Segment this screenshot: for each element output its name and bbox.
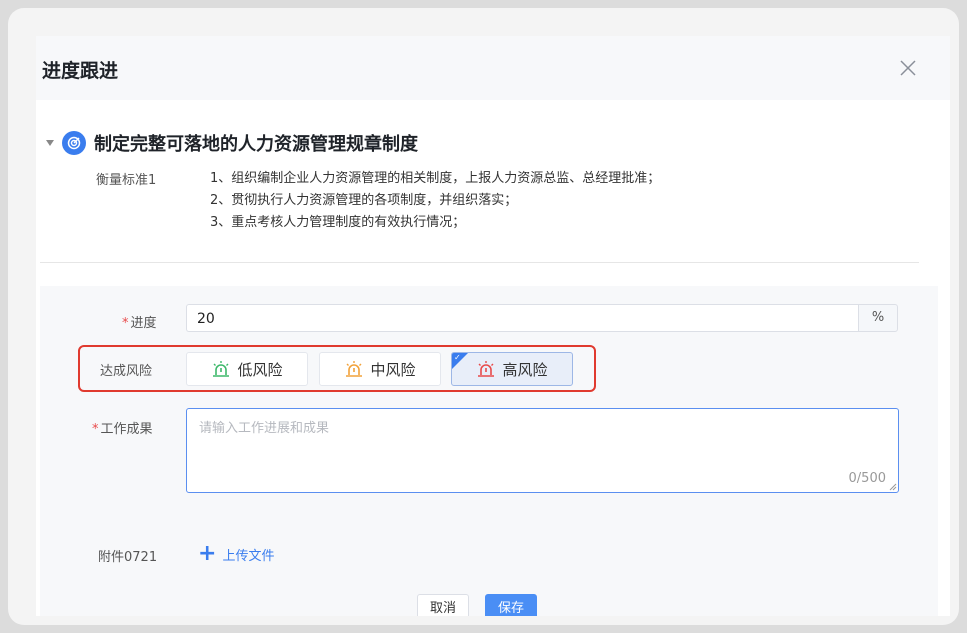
result-label: * 工作成果 [92,422,153,437]
risk-label: 达成风险 [100,364,153,379]
dialog-header: 进度跟进 [36,36,950,100]
save-button[interactable]: 保存 [485,594,538,616]
alarm-icon [478,361,495,377]
risk-option-high[interactable]: ✓ 高风险 [451,352,573,386]
divider [40,262,919,263]
goal-title: 制定完整可落地的人力资源管理规章制度 [94,134,418,155]
upload-label: 上传文件 [222,548,275,564]
criteria-label: 衡量标准1 [96,173,157,188]
percent-suffix: % [858,304,898,332]
goal-header[interactable]: 制定完整可落地的人力资源管理规章制度 [46,130,418,156]
progress-label: * 进度 [122,316,157,331]
screenshot-frame: 进度跟进 制定完整可落地的人力资源管理规章制度 衡量标准1 1、组织编制企业人力… [8,8,959,625]
close-icon[interactable] [898,58,918,78]
upload-file-button[interactable]: + 上传文件 [198,541,275,566]
result-placeholder: 请输入工作进展和成果 [199,421,330,436]
risk-option-label: 低风险 [237,360,283,379]
cancel-button[interactable]: 取消 [417,594,470,616]
check-icon: ✓ [454,353,461,362]
plus-icon: + [198,541,217,566]
target-icon [62,131,86,155]
criteria-item: 2、贯彻执行人力资源管理的各项制度，并组织落实； [210,193,518,208]
risk-option-medium[interactable]: 中风险 [319,352,441,386]
attachment-label: 附件0721 [98,550,158,565]
risk-option-label: 高风险 [502,360,548,379]
criteria-item: 1、组织编制企业人力资源管理的相关制度，上报人力资源总监、总经理批准； [210,171,661,186]
caret-down-icon[interactable] [46,140,54,146]
dialog-title: 进度跟进 [42,60,119,82]
progress-dialog: 进度跟进 制定完整可落地的人力资源管理规章制度 衡量标准1 1、组织编制企业人力… [36,36,950,616]
risk-option-label: 中风险 [370,360,416,379]
resize-grip-icon[interactable] [889,483,897,491]
criteria-item: 3、重点考核人力管理制度的有效执行情况； [210,215,466,230]
alarm-icon [346,361,363,377]
char-counter: 0/500 [848,471,886,486]
criteria-list: 1、组织编制企业人力资源管理的相关制度，上报人力资源总监、总经理批准； 2、贯彻… [210,168,660,234]
risk-option-low[interactable]: 低风险 [186,352,308,386]
follow-up-form: * 进度 20 % 达成风险 低风险 中风险 ✓ 高风险 * 工作成果 请输入工… [40,286,938,616]
progress-input[interactable]: 20 [186,304,858,332]
work-result-textarea[interactable]: 请输入工作进展和成果 0/500 [186,408,899,493]
alarm-icon [213,361,230,377]
